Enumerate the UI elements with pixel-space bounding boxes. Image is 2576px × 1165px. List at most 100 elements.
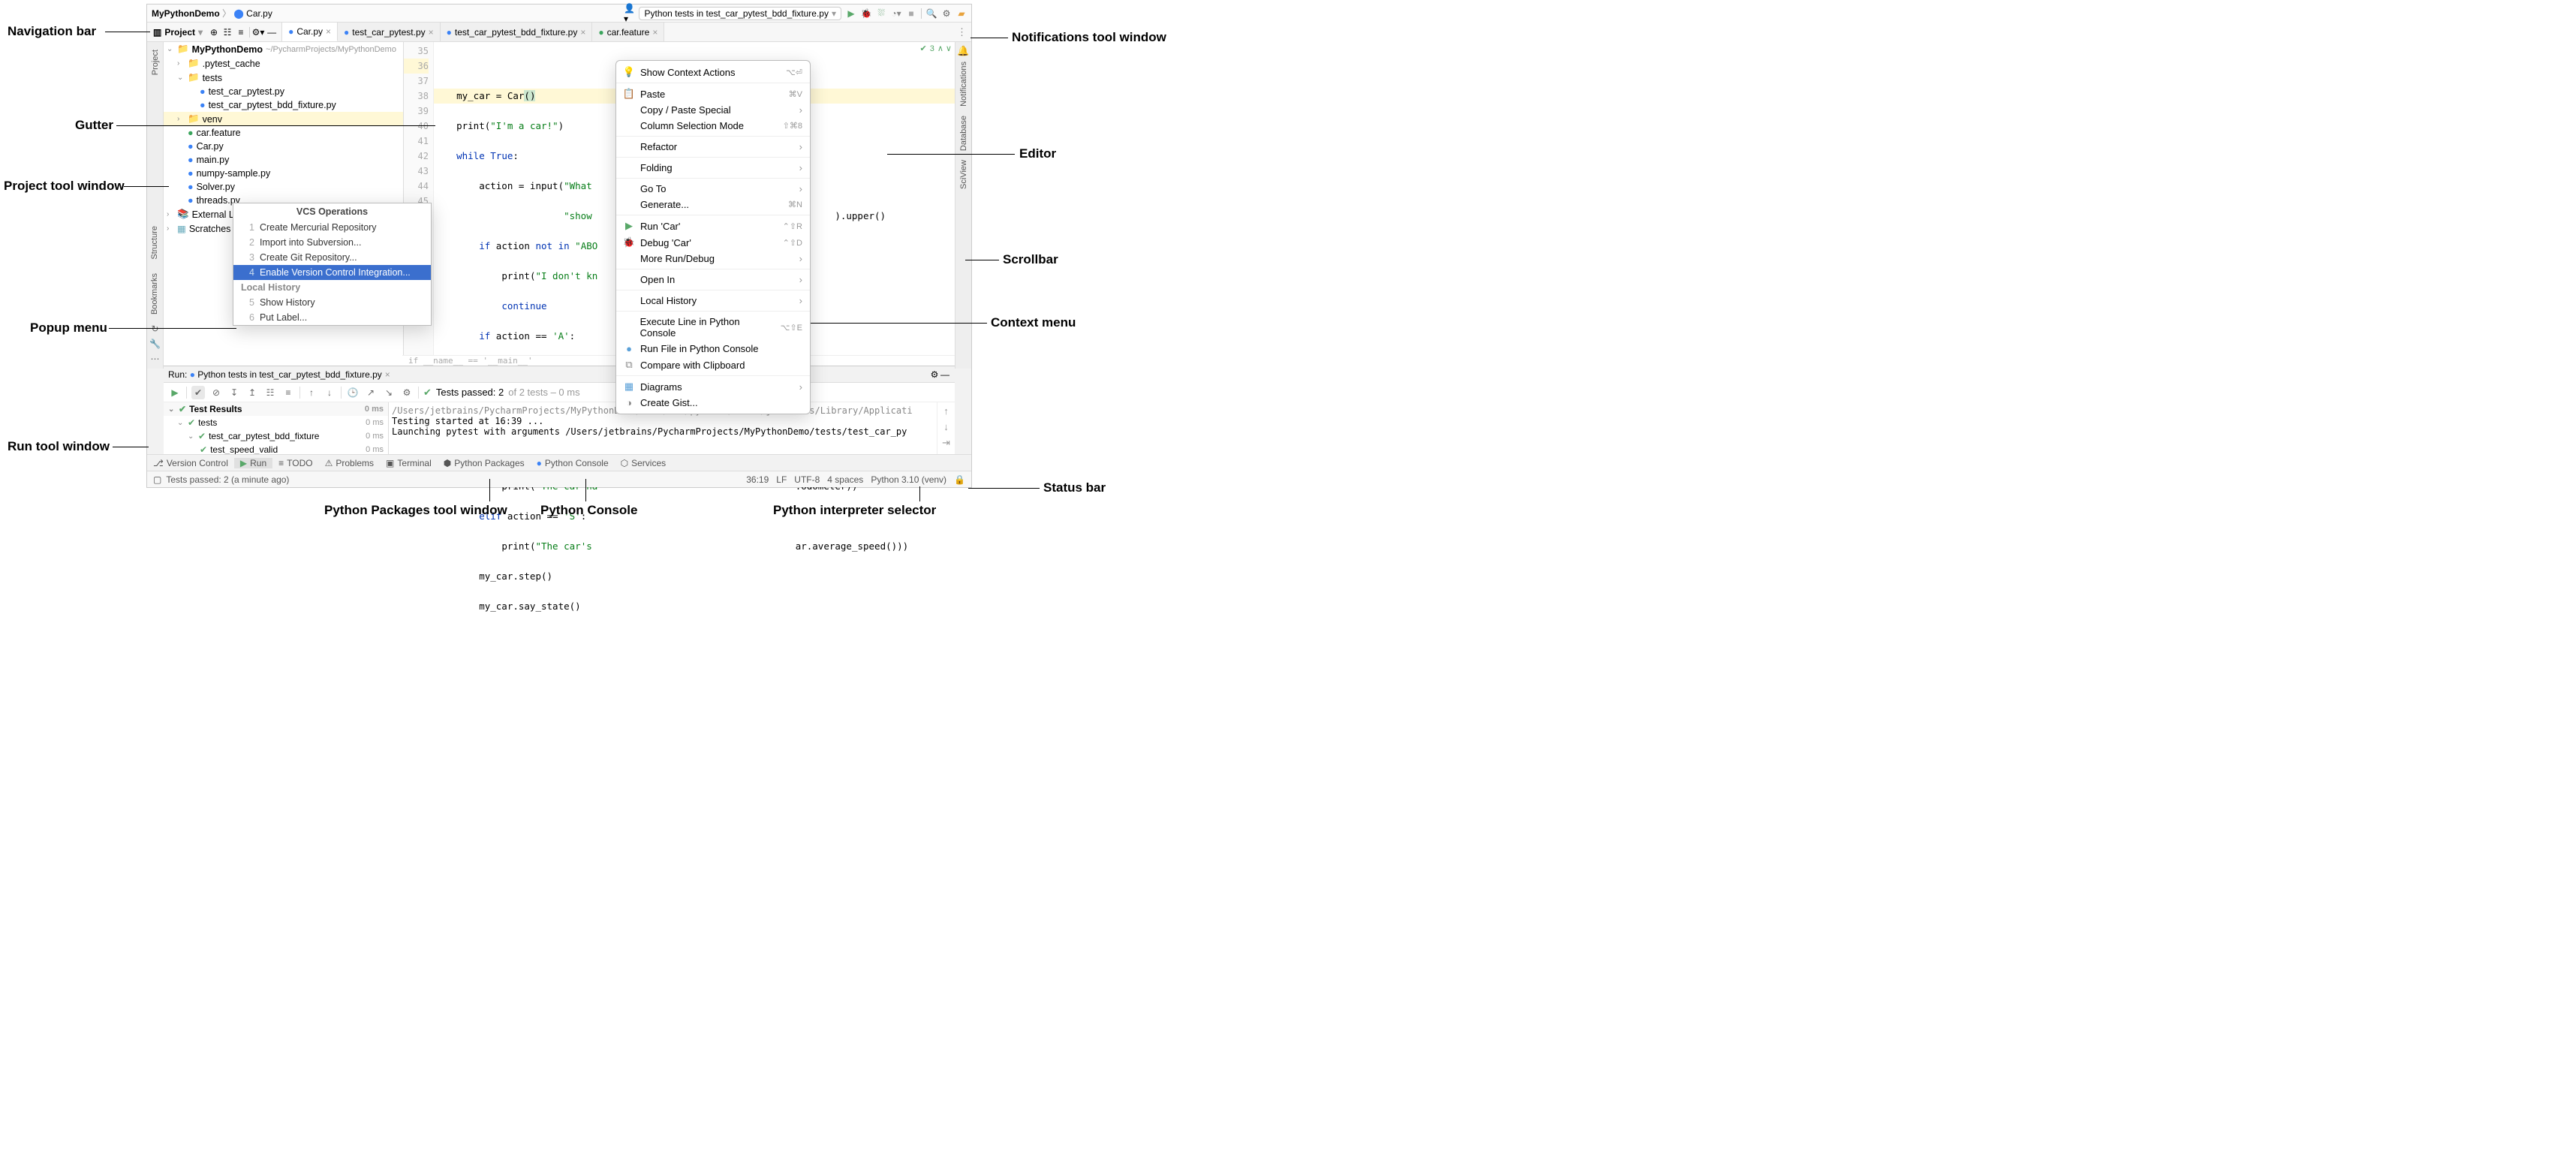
terminal-tool-button[interactable]: ▣Terminal: [380, 458, 438, 468]
hat-icon[interactable]: ▰: [956, 8, 967, 19]
todo-tool-button[interactable]: ≡TODO: [272, 458, 318, 468]
services-tool-button[interactable]: ⬡Services: [615, 458, 673, 468]
encoding[interactable]: UTF-8: [794, 474, 820, 485]
up-icon[interactable]: ↑: [943, 405, 949, 417]
show-ignored-icon[interactable]: ⊘: [209, 386, 223, 399]
editor-tab-car[interactable]: ●Car.py×: [282, 23, 338, 41]
run-icon[interactable]: ▶: [846, 8, 856, 19]
close-icon[interactable]: ×: [429, 27, 434, 38]
editor-tab-feature[interactable]: ●car.feature×: [592, 23, 664, 41]
notifications-tool-tab[interactable]: Notifications: [959, 57, 968, 111]
collapse-all-icon[interactable]: ≡: [281, 386, 295, 399]
test-node[interactable]: ⌄✔test_car_pytest_bdd_fixture0 ms: [164, 429, 388, 443]
tree-item[interactable]: ⌄📁tests: [164, 71, 403, 85]
gear-icon[interactable]: ⚙: [929, 369, 940, 380]
prev-icon[interactable]: ↑: [305, 386, 318, 399]
problems-tool-button[interactable]: ⚠Problems: [319, 458, 380, 468]
run-header-config[interactable]: Python tests in test_car_pytest_bdd_fixt…: [197, 369, 381, 380]
editor-tab-test1[interactable]: ●test_car_pytest.py×: [338, 23, 441, 41]
ctx-run-file[interactable]: ●Run File in Python Console: [616, 341, 810, 357]
vcs-tool-button[interactable]: ⎇Version Control: [147, 458, 234, 468]
bell-icon[interactable]: 🔔: [957, 45, 969, 57]
ctx-go-to[interactable]: Go To›: [616, 181, 810, 197]
popup-item-selected[interactable]: 4 Enable Version Control Integration...: [233, 265, 431, 280]
run-tool-button[interactable]: ▶Run: [234, 458, 272, 468]
rerun-icon[interactable]: ▶: [168, 386, 182, 399]
interpreter-selector[interactable]: Python 3.10 (venv): [871, 474, 946, 485]
sort-down-icon[interactable]: ↥: [245, 386, 259, 399]
console-tool-button[interactable]: ●Python Console: [531, 458, 615, 468]
next-icon[interactable]: ↓: [323, 386, 336, 399]
export-icon[interactable]: ↗: [364, 386, 378, 399]
packages-tool-button[interactable]: ⬢Python Packages: [438, 458, 531, 468]
tabs-more-icon[interactable]: ⋮: [957, 26, 971, 38]
ctx-diagrams[interactable]: ▦Diagrams›: [616, 378, 810, 395]
search-icon[interactable]: 🔍: [926, 8, 937, 19]
ctx-more-run[interactable]: More Run/Debug›: [616, 251, 810, 266]
popup-item[interactable]: 1 Create Mercurial Repository: [233, 220, 431, 235]
tree-item[interactable]: ●Solver.py: [164, 180, 403, 194]
profile-icon[interactable]: ◔▾: [891, 8, 901, 19]
expand-all-icon[interactable]: ☷: [263, 386, 277, 399]
ctx-refactor[interactable]: Refactor›: [616, 139, 810, 155]
hide-icon[interactable]: —: [266, 27, 277, 38]
popup-item[interactable]: 5 Show History: [233, 295, 431, 310]
settings-gear-icon[interactable]: ⚙▾: [253, 27, 263, 38]
ctx-run[interactable]: ▶Run 'Car'⌃⇧R: [616, 218, 810, 234]
breadcrumb-file[interactable]: Car.py: [246, 8, 272, 19]
down-icon[interactable]: ↓: [943, 421, 949, 432]
breadcrumb[interactable]: MyPythonDemo 〉 ⬤ Car.py: [152, 7, 272, 20]
project-view-label[interactable]: Project: [164, 27, 195, 38]
collapse-all-icon[interactable]: ≡: [236, 27, 246, 38]
tree-item-venv[interactable]: ›📁venv: [164, 112, 403, 126]
tree-item[interactable]: ●Car.py: [164, 140, 403, 153]
ctx-column-selection[interactable]: Column Selection Mode⇧⌘8: [616, 118, 810, 134]
bookmarks-tool-tab[interactable]: Bookmarks: [150, 269, 159, 319]
test-root[interactable]: ⌄✔Test Results0 ms: [164, 402, 388, 416]
debug-icon[interactable]: 🐞: [861, 8, 871, 19]
coverage-icon[interactable]: ⛆: [876, 8, 886, 19]
wrench-icon[interactable]: 🔧: [149, 339, 161, 349]
ctx-gist[interactable]: ◑Create Gist...: [616, 395, 810, 411]
ctx-debug[interactable]: 🐞Debug 'Car'⌃⇧D: [616, 234, 810, 251]
more-dots-icon[interactable]: ⋯: [150, 354, 159, 364]
settings-icon[interactable]: ⚙: [941, 8, 952, 19]
tree-item[interactable]: ●car.feature: [164, 126, 403, 140]
ctx-compare-clip[interactable]: ⧉Compare with Clipboard: [616, 357, 810, 373]
close-icon[interactable]: ×: [385, 369, 390, 380]
ctx-local-history[interactable]: Local History›: [616, 293, 810, 309]
breadcrumb-project[interactable]: MyPythonDemo: [152, 8, 220, 19]
close-icon[interactable]: ×: [580, 27, 585, 38]
show-passed-icon[interactable]: ✔: [191, 386, 205, 399]
tree-item[interactable]: ●test_car_pytest.py: [164, 85, 403, 98]
ctx-open-in[interactable]: Open In›: [616, 272, 810, 287]
editor-tab-test2[interactable]: ●test_car_pytest_bdd_fixture.py×: [441, 23, 593, 41]
close-icon[interactable]: ×: [326, 26, 331, 37]
stop-icon[interactable]: ■: [906, 8, 916, 19]
import-icon[interactable]: ↘: [382, 386, 396, 399]
locate-icon[interactable]: ⊕: [209, 27, 219, 38]
structure-tool-tab[interactable]: Structure: [150, 221, 159, 264]
close-icon[interactable]: ×: [652, 27, 658, 38]
hide-icon[interactable]: —: [940, 369, 950, 380]
bookmarks-icon[interactable]: ▢: [153, 474, 161, 485]
user-dropdown-icon[interactable]: 👤▾: [624, 8, 634, 19]
ctx-copy-paste-special[interactable]: Copy / Paste Special›: [616, 102, 810, 118]
ctx-paste[interactable]: 📋Paste⌘V: [616, 86, 810, 102]
expand-all-icon[interactable]: ☷: [222, 27, 233, 38]
ctx-generate[interactable]: Generate...⌘N: [616, 197, 810, 212]
sciview-tool-tab[interactable]: SciView: [959, 155, 968, 194]
run-configuration-selector[interactable]: Python tests in test_car_pytest_bdd_fixt…: [639, 7, 841, 20]
tree-root[interactable]: ⌄📁 MyPythonDemo ~/PycharmProjects/MyPyth…: [164, 42, 403, 56]
popup-item[interactable]: 3 Create Git Repository...: [233, 250, 431, 265]
popup-item[interactable]: 2 Import into Subversion...: [233, 235, 431, 250]
test-node[interactable]: ⌄✔tests0 ms: [164, 416, 388, 429]
database-tool-tab[interactable]: Database: [959, 111, 968, 155]
wrap-icon[interactable]: ⇥: [942, 437, 950, 449]
tree-item[interactable]: ›📁.pytest_cache: [164, 56, 403, 71]
tree-item[interactable]: ●test_car_pytest_bdd_fixture.py: [164, 98, 403, 112]
lock-icon[interactable]: 🔒: [954, 474, 965, 485]
popup-item[interactable]: 6 Put Label...: [233, 310, 431, 325]
history-icon[interactable]: 🕒: [346, 386, 360, 399]
ctx-show-actions[interactable]: 💡Show Context Actions⌥⏎: [616, 64, 810, 80]
